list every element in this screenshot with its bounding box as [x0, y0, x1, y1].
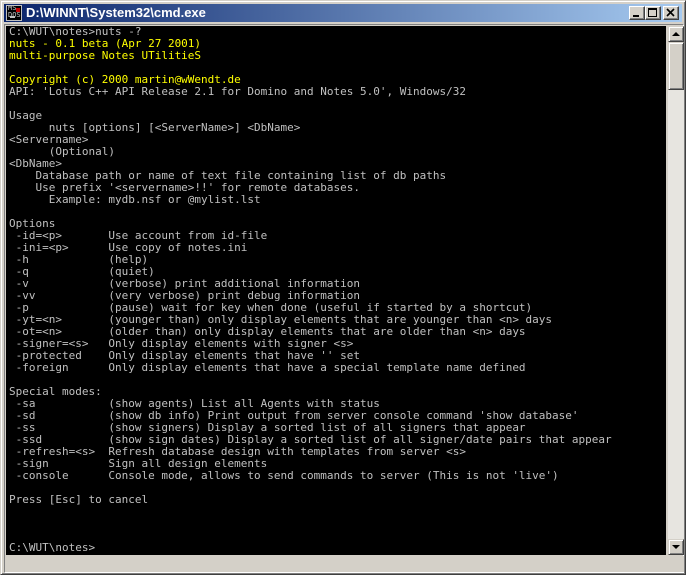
console-line: nuts [options] [<ServerName>] <DbName>: [9, 121, 301, 134]
arrow-up-icon: [672, 32, 680, 36]
console-line: Example: mydb.nsf or @mylist.lst: [9, 193, 261, 206]
bottom-strip: [6, 556, 684, 572]
scroll-thumb[interactable]: [668, 42, 684, 90]
cmd-icon-mark: [16, 8, 20, 12]
arrow-down-icon: [672, 545, 680, 549]
console-line: multi-purpose Notes UTilitieS: [9, 49, 202, 62]
scroll-up-button[interactable]: [668, 26, 684, 42]
console-line: -console Console mode, allows to send co…: [9, 469, 559, 482]
close-icon: [666, 8, 675, 17]
console-line: -foreign Only display elements that have…: [9, 361, 526, 374]
vertical-scrollbar[interactable]: [668, 26, 684, 555]
console-output[interactable]: C:\WUT\notes>nuts -? nuts - 0.1 beta (Apr…: [6, 26, 666, 555]
minimize-button[interactable]: [629, 6, 645, 20]
console-line: C:\WUT\notes>: [9, 541, 96, 554]
console-line: Press [Esc] to cancel: [9, 493, 149, 506]
console-frame: C:\WUT\notes>nuts -? nuts - 0.1 beta (Apr…: [4, 24, 684, 573]
cmd-icon-cursor: [10, 16, 15, 18]
maximize-button[interactable]: [645, 6, 661, 20]
close-button[interactable]: [663, 6, 679, 20]
cmd-icon[interactable]: MS DOS: [6, 5, 22, 21]
console-line: (Optional): [9, 145, 115, 158]
cmd-window: MS DOS D:\WINNT\System32\cmd.exe C:\WUT\…: [0, 0, 686, 575]
console-text: C:\WUT\notes>nuts -? nuts - 0.1 beta (Apr…: [9, 26, 612, 554]
title-bar[interactable]: MS DOS D:\WINNT\System32\cmd.exe: [4, 4, 682, 22]
minimize-icon: [633, 15, 639, 17]
maximize-icon: [648, 8, 657, 17]
scroll-down-button[interactable]: [668, 539, 684, 555]
console-line: API: 'Lotus C++ API Release 2.1 for Domi…: [9, 85, 466, 98]
window-title: D:\WINNT\System32\cmd.exe: [26, 5, 206, 20]
